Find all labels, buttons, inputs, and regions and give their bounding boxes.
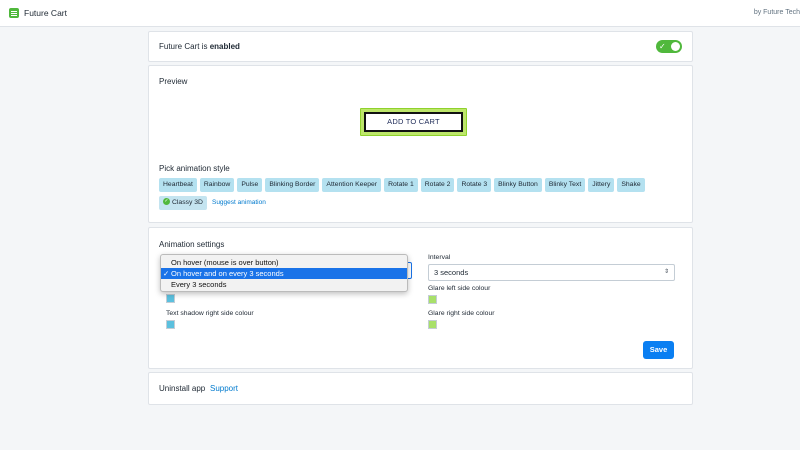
select-arrows-icon: ⇕ <box>663 269 669 275</box>
glare-left-label: Glare left side colour <box>428 285 491 292</box>
by-line: by Future Tech <box>753 9 800 16</box>
uninstall-card: Uninstall app Support <box>148 372 693 405</box>
interval-label: Interval <box>428 254 451 261</box>
animation-settings-title: Animation settings <box>159 240 225 249</box>
suggest-animation-link[interactable]: Suggest animation <box>212 196 266 210</box>
add-to-cart-preview-button[interactable]: ADD TO CART <box>364 112 463 132</box>
enable-toggle[interactable]: ✓ <box>656 40 682 53</box>
status-card: Future Cart is enabled ✓ <box>148 31 693 62</box>
animation-option-label: Blinking Border <box>269 181 316 188</box>
animation-option-blinking-border[interactable]: Blinking Border <box>265 178 320 192</box>
status-prefix: Future Cart is <box>159 42 210 51</box>
animation-option-rotate-3[interactable]: Rotate 3 <box>457 178 492 192</box>
status-state: enabled <box>209 42 240 51</box>
animation-option-attention-keeper[interactable]: Attention Keeper <box>322 178 382 192</box>
animation-option-label: Rainbow <box>203 181 231 188</box>
pick-animation-label: Pick animation style <box>159 164 230 173</box>
animation-option-label: Heartbeat <box>163 181 193 188</box>
animation-option-label: Blinky Button <box>498 181 538 188</box>
preview-card: Preview ADD TO CART Pick animation style… <box>148 65 693 223</box>
save-button[interactable]: Save <box>643 341 674 359</box>
preview-glare: ADD TO CART <box>360 108 467 136</box>
animation-option-label: Blinky Text <box>548 181 582 188</box>
top-bar: Future Cart by Future Tech <box>0 0 800 27</box>
interval-select[interactable]: 3 seconds ⇕ <box>428 264 675 281</box>
text-shadow-left-swatch[interactable] <box>166 294 175 303</box>
glare-right-label: Glare right side colour <box>428 310 495 317</box>
animation-option-label: Rotate 3 <box>461 181 488 188</box>
animation-option-blinky-text[interactable]: Blinky Text <box>544 178 586 192</box>
animation-option-classy-3d[interactable]: ✓ Classy 3D <box>159 196 207 210</box>
checkmark-icon: ✓ <box>659 42 666 51</box>
glare-left-swatch[interactable] <box>428 295 437 304</box>
status-text: Future Cart is enabled <box>159 42 240 51</box>
animation-option-rotate-1[interactable]: Rotate 1 <box>384 178 418 192</box>
trigger-option-label: On hover (mouse is over button) <box>171 258 279 267</box>
trigger-option[interactable]: On hover (mouse is over button) <box>161 257 407 268</box>
text-shadow-right-swatch[interactable] <box>166 320 175 329</box>
toggle-knob <box>671 42 680 51</box>
animation-option-label: Jittery <box>592 181 611 188</box>
preview-title: Preview <box>159 77 188 86</box>
app-title: Future Cart <box>24 8 67 18</box>
trigger-option-label: Every 3 seconds <box>171 280 227 289</box>
animation-option-blinky-button[interactable]: Blinky Button <box>494 178 542 192</box>
trigger-option-label: On hover and on every 3 seconds <box>171 269 284 278</box>
animation-option-label: Pulse <box>241 181 259 188</box>
animation-option-label: Attention Keeper <box>326 181 378 188</box>
animation-option-heartbeat[interactable]: Heartbeat <box>159 178 197 192</box>
animation-option-rainbow[interactable]: Rainbow <box>199 178 235 192</box>
animation-option-rotate-2[interactable]: Rotate 2 <box>420 178 455 192</box>
animation-option-pulse[interactable]: Pulse <box>237 178 263 192</box>
animation-option-shake[interactable]: Shake <box>617 178 645 192</box>
animation-option-label: Rotate 2 <box>424 181 451 188</box>
animation-settings-card: Animation settings Interval 3 seconds ⇕ … <box>148 227 693 369</box>
trigger-option[interactable]: ✓ On hover and on every 3 seconds <box>161 268 407 279</box>
support-link[interactable]: Support <box>210 384 238 393</box>
checkmark-icon: ✓ <box>163 269 170 278</box>
app-list-icon <box>9 8 19 18</box>
trigger-option[interactable]: Every 3 seconds <box>161 279 407 290</box>
interval-value: 3 seconds <box>434 268 469 277</box>
uninstall-app-label: Uninstall app <box>159 384 206 393</box>
animation-option-label: Shake <box>621 181 641 188</box>
glare-right-swatch[interactable] <box>428 320 437 329</box>
animation-style-list: Heartbeat Rainbow Pulse Blinking Border Atte… <box>159 178 689 210</box>
animation-option-label: Classy 3D <box>172 199 203 206</box>
animation-option-label: Rotate 1 <box>388 181 414 188</box>
text-shadow-right-label: Text shadow right side colour <box>166 310 254 317</box>
trigger-dropdown-menu: On hover (mouse is over button) ✓ On hover… <box>160 254 408 292</box>
animation-option-jittery[interactable]: Jittery <box>588 178 615 192</box>
selected-check-icon: ✓ <box>163 197 170 205</box>
